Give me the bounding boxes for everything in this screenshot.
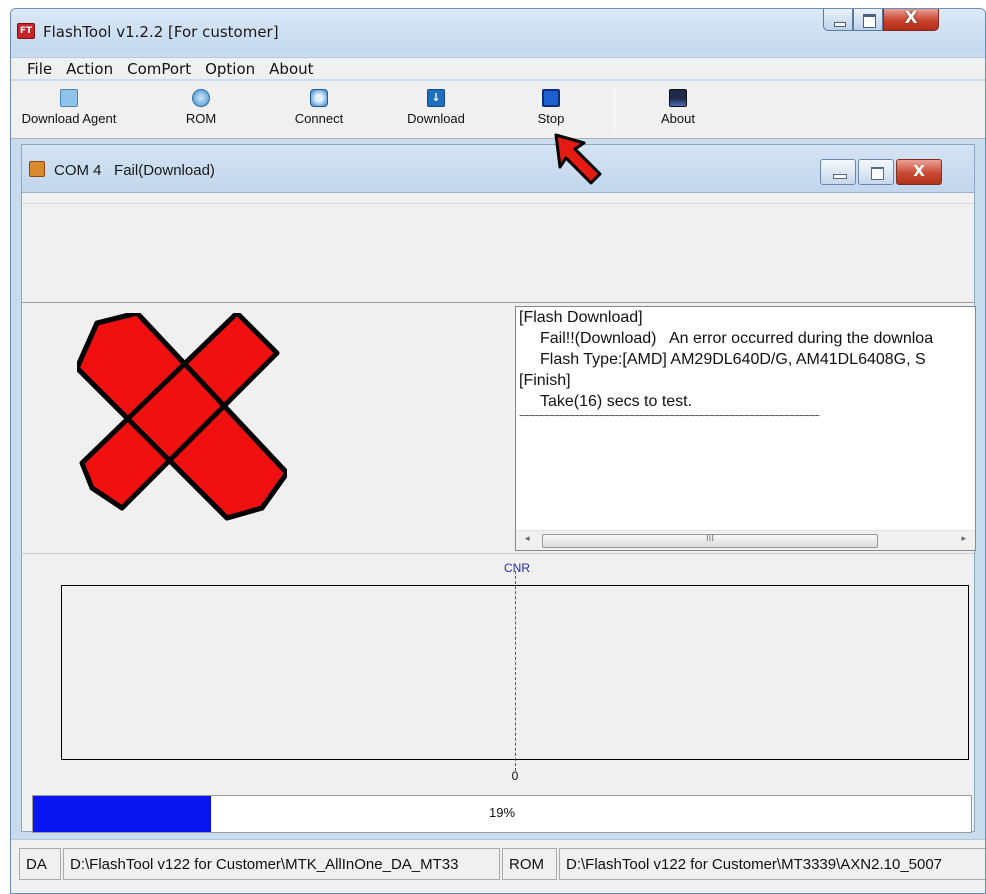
child-minimize-button[interactable] bbox=[820, 159, 856, 185]
cnr-zero-label: 0 bbox=[511, 769, 519, 783]
scroll-thumb[interactable]: III bbox=[542, 534, 878, 548]
menu-about[interactable]: About bbox=[269, 58, 313, 78]
log-line: [Finish] bbox=[519, 372, 571, 389]
download-agent-button[interactable]: Download Agent bbox=[19, 85, 119, 137]
port-status: Fail(Download) bbox=[114, 162, 215, 179]
red-x-fail-icon bbox=[77, 313, 287, 521]
minimize-button[interactable] bbox=[823, 9, 853, 31]
progress-text: 19% bbox=[488, 805, 516, 820]
log-separator: ~~~~~~~~~~~~~~~~~~~~~~~~~~~~~~~~~~~~~~~~… bbox=[519, 412, 820, 423]
stop-label: Stop bbox=[537, 111, 565, 126]
folder-icon bbox=[60, 89, 78, 107]
flashtool-window: FT FlashTool v1.2.2 [For customer] X Fil… bbox=[10, 8, 986, 894]
connect-icon bbox=[310, 89, 328, 107]
menu-option[interactable]: Option bbox=[205, 58, 255, 78]
com-port-window: COM 4 Fail(Download) X [Flash Download] … bbox=[21, 144, 976, 833]
connect-label: Connect bbox=[294, 111, 344, 126]
maximize-button[interactable] bbox=[853, 9, 883, 31]
about-button[interactable]: About bbox=[638, 85, 718, 137]
menu-comport[interactable]: ComPort bbox=[127, 58, 191, 78]
divider bbox=[22, 553, 974, 554]
progress-bar: 19% bbox=[32, 795, 972, 833]
download-icon: ↓ bbox=[427, 89, 445, 107]
menu-file[interactable]: File bbox=[27, 58, 52, 78]
log-line: Flash Type:[AMD] AM29DL640D/G, AM41DL640… bbox=[540, 351, 926, 368]
cnr-chart-axis bbox=[515, 571, 516, 771]
port-icon bbox=[29, 161, 45, 177]
log-line: Take(16) secs to test. bbox=[540, 393, 693, 410]
horizontal-scrollbar[interactable]: ◂ III ▸ bbox=[516, 530, 975, 550]
rom-path: D:\FlashTool v122 for Customer\MT3339\AX… bbox=[559, 848, 985, 880]
about-label: About bbox=[661, 111, 695, 126]
child-maximize-button[interactable] bbox=[858, 159, 894, 185]
window-title: FlashTool v1.2.2 [For customer] bbox=[43, 23, 279, 41]
red-arrow-pointer-icon bbox=[554, 133, 602, 185]
rom-button[interactable]: ROM bbox=[161, 85, 241, 137]
child-title-bar[interactable]: COM 4 Fail(Download) X bbox=[22, 145, 974, 193]
menu-action[interactable]: Action bbox=[66, 58, 113, 78]
cnr-chart-label: CNR bbox=[504, 561, 530, 575]
log-textbox[interactable]: [Flash Download] Fail!!(Download) An err… bbox=[515, 306, 976, 551]
close-button[interactable]: X bbox=[883, 9, 939, 31]
toolbar: Download Agent ROM Connect ↓ Download St… bbox=[11, 81, 985, 139]
grip-icon: III bbox=[706, 534, 714, 544]
scroll-right-icon[interactable]: ▸ bbox=[961, 534, 966, 544]
stop-button[interactable]: Stop bbox=[511, 85, 591, 137]
child-window-title: COM 4 Fail(Download) bbox=[54, 162, 215, 179]
download-label: Download bbox=[407, 111, 465, 126]
stop-icon bbox=[542, 89, 560, 107]
rom-label: ROM bbox=[185, 111, 217, 126]
title-bar[interactable]: FT FlashTool v1.2.2 [For customer] X bbox=[11, 9, 985, 53]
port-name: COM 4 bbox=[54, 162, 102, 179]
status-bar: DA D:\FlashTool v122 for Customer\MTK_Al… bbox=[11, 839, 985, 893]
close-icon: X bbox=[913, 162, 925, 180]
log-line: Fail!!(Download) An error occurred durin… bbox=[540, 330, 934, 347]
da-label: DA bbox=[19, 848, 61, 880]
download-agent-label: Download Agent bbox=[21, 111, 117, 126]
menu-bar: File Action ComPort Option About bbox=[11, 57, 985, 79]
about-icon bbox=[669, 89, 687, 107]
download-button[interactable]: ↓ Download bbox=[396, 85, 476, 137]
log-line: [Flash Download] bbox=[519, 309, 643, 326]
disc-icon bbox=[192, 89, 210, 107]
child-close-button[interactable]: X bbox=[896, 159, 942, 185]
scroll-left-icon[interactable]: ◂ bbox=[525, 534, 530, 544]
da-path: D:\FlashTool v122 for Customer\MTK_AllIn… bbox=[63, 848, 500, 880]
app-icon: FT bbox=[17, 23, 35, 39]
rom-label: ROM bbox=[502, 848, 557, 880]
toolbar-separator bbox=[614, 89, 615, 133]
close-icon: X bbox=[904, 8, 918, 28]
connect-button[interactable]: Connect bbox=[279, 85, 359, 137]
info-panel bbox=[22, 203, 974, 303]
